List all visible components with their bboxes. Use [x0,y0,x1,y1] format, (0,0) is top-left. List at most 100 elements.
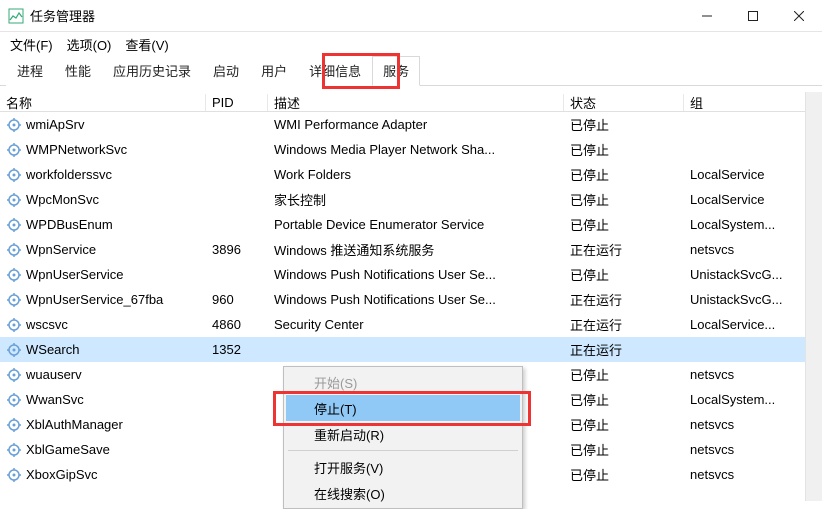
table-row[interactable]: WMPNetworkSvcWindows Media Player Networ… [0,137,822,162]
titlebar: 任务管理器 [0,0,822,32]
tab-bar: 进程 性能 应用历史记录 启动 用户 详细信息 服务 [0,56,822,86]
service-icon [6,342,22,358]
service-desc: WMI Performance Adapter [268,117,564,132]
col-desc[interactable]: 描述 [268,94,564,111]
service-status: 已停止 [564,415,684,434]
service-name: wuauserv [26,367,82,382]
service-group: netsvcs [684,417,814,432]
vertical-scrollbar[interactable] [805,92,822,501]
ctx-search-online[interactable]: 在线搜索(O) [286,480,520,506]
service-name: WPDBusEnum [26,217,113,232]
col-name[interactable]: 名称 [0,94,206,111]
service-status: 已停止 [564,265,684,284]
service-icon [6,142,22,158]
service-pid: 960 [206,292,268,307]
service-name: XboxGipSvc [26,467,98,482]
table-row[interactable]: workfolderssvcWork Folders已停止LocalServic… [0,162,822,187]
service-name: XblGameSave [26,442,110,457]
service-icon [6,192,22,208]
col-pid[interactable]: PID [206,94,268,111]
service-group: netsvcs [684,242,814,257]
service-icon [6,467,22,483]
service-pid: 3896 [206,242,268,257]
tab-processes[interactable]: 进程 [6,56,54,86]
service-group: netsvcs [684,467,814,482]
table-row[interactable]: WpcMonSvc家长控制已停止LocalService [0,187,822,212]
tab-services[interactable]: 服务 [372,56,420,86]
service-status: 已停止 [564,190,684,209]
service-desc: Windows Push Notifications User Se... [268,292,564,307]
table-row[interactable]: WpnUserService Windows Push Notifications… [0,262,822,287]
service-status: 正在运行 [564,315,684,334]
table-row[interactable]: WSearch1352正在运行 [0,337,822,362]
service-icon [6,367,22,383]
table-row[interactable]: WpnUserService_67fba 960Windows Push Noti… [0,287,822,312]
tab-app-history[interactable]: 应用历史记录 [102,56,202,86]
service-icon [6,167,22,183]
tab-details[interactable]: 详细信息 [298,56,372,86]
service-status: 已停止 [564,365,684,384]
menu-view[interactable]: 查看(V) [125,35,168,54]
menu-file[interactable]: 文件(F) [10,35,53,54]
table-row[interactable]: WPDBusEnum Portable Device Enumerator Ser… [0,212,822,237]
service-group: LocalService... [684,317,814,332]
service-group: LocalService [684,167,814,182]
service-status: 正在运行 [564,240,684,259]
ctx-stop[interactable]: 停止(T) [286,395,520,421]
service-group: LocalSystem... [684,217,814,232]
maximize-button[interactable] [730,0,776,31]
service-group: UnistackSvcG... [684,292,814,307]
table-row[interactable]: WpnService 3896Windows 推送通知系统服务正在运行netsvc… [0,237,822,262]
service-group: netsvcs [684,442,814,457]
minimize-button[interactable] [684,0,730,31]
service-name: wmiApSrv [26,117,85,132]
column-headers: 名称 PID 描述 状态 组 [0,86,822,112]
service-desc: 家长控制 [268,190,564,209]
context-menu: 开始(S) 停止(T) 重新启动(R) 打开服务(V) 在线搜索(O) [283,366,523,509]
service-name: XblAuthManager [26,417,123,432]
table-row[interactable]: wmiApSrvWMI Performance Adapter已停止 [0,112,822,137]
col-status[interactable]: 状态 [564,94,684,111]
window-buttons [684,0,822,31]
service-status: 已停止 [564,390,684,409]
service-pid: 4860 [206,317,268,332]
service-desc: Windows Media Player Network Sha... [268,142,564,157]
ctx-restart[interactable]: 重新启动(R) [286,421,520,447]
tab-startup[interactable]: 启动 [202,56,250,86]
service-desc: Portable Device Enumerator Service [268,217,564,232]
close-button[interactable] [776,0,822,31]
service-name: WpcMonSvc [26,192,99,207]
table-row[interactable]: wscsvc4860Security Center正在运行LocalServic… [0,312,822,337]
service-name: WpnUserService_67fba [26,292,163,307]
menu-options[interactable]: 选项(O) [67,35,112,54]
service-group: UnistackSvcG... [684,267,814,282]
service-icon [6,417,22,433]
service-pid: 1352 [206,342,268,357]
service-name: WwanSvc [26,392,84,407]
app-icon [8,8,24,24]
tab-performance[interactable]: 性能 [54,56,102,86]
service-name: WpnUserService [26,267,124,282]
service-name: WSearch [26,342,79,357]
service-status: 已停止 [564,140,684,159]
menubar: 文件(F) 选项(O) 查看(V) [0,32,822,56]
service-icon [6,242,22,258]
service-name: WpnService [26,242,96,257]
service-desc: Work Folders [268,167,564,182]
service-status: 已停止 [564,440,684,459]
tab-users[interactable]: 用户 [250,56,298,86]
service-icon [6,317,22,333]
service-icon [6,442,22,458]
service-icon [6,267,22,283]
service-group: netsvcs [684,367,814,382]
service-desc: Windows Push Notifications User Se... [268,267,564,282]
service-icon [6,292,22,308]
service-desc: Windows 推送通知系统服务 [268,240,564,259]
service-status: 正在运行 [564,290,684,309]
col-group[interactable]: 组 [684,94,814,111]
window-title: 任务管理器 [30,6,684,25]
service-status: 已停止 [564,165,684,184]
ctx-separator [288,450,518,451]
service-group: LocalSystem... [684,392,814,407]
ctx-open-services[interactable]: 打开服务(V) [286,454,520,480]
